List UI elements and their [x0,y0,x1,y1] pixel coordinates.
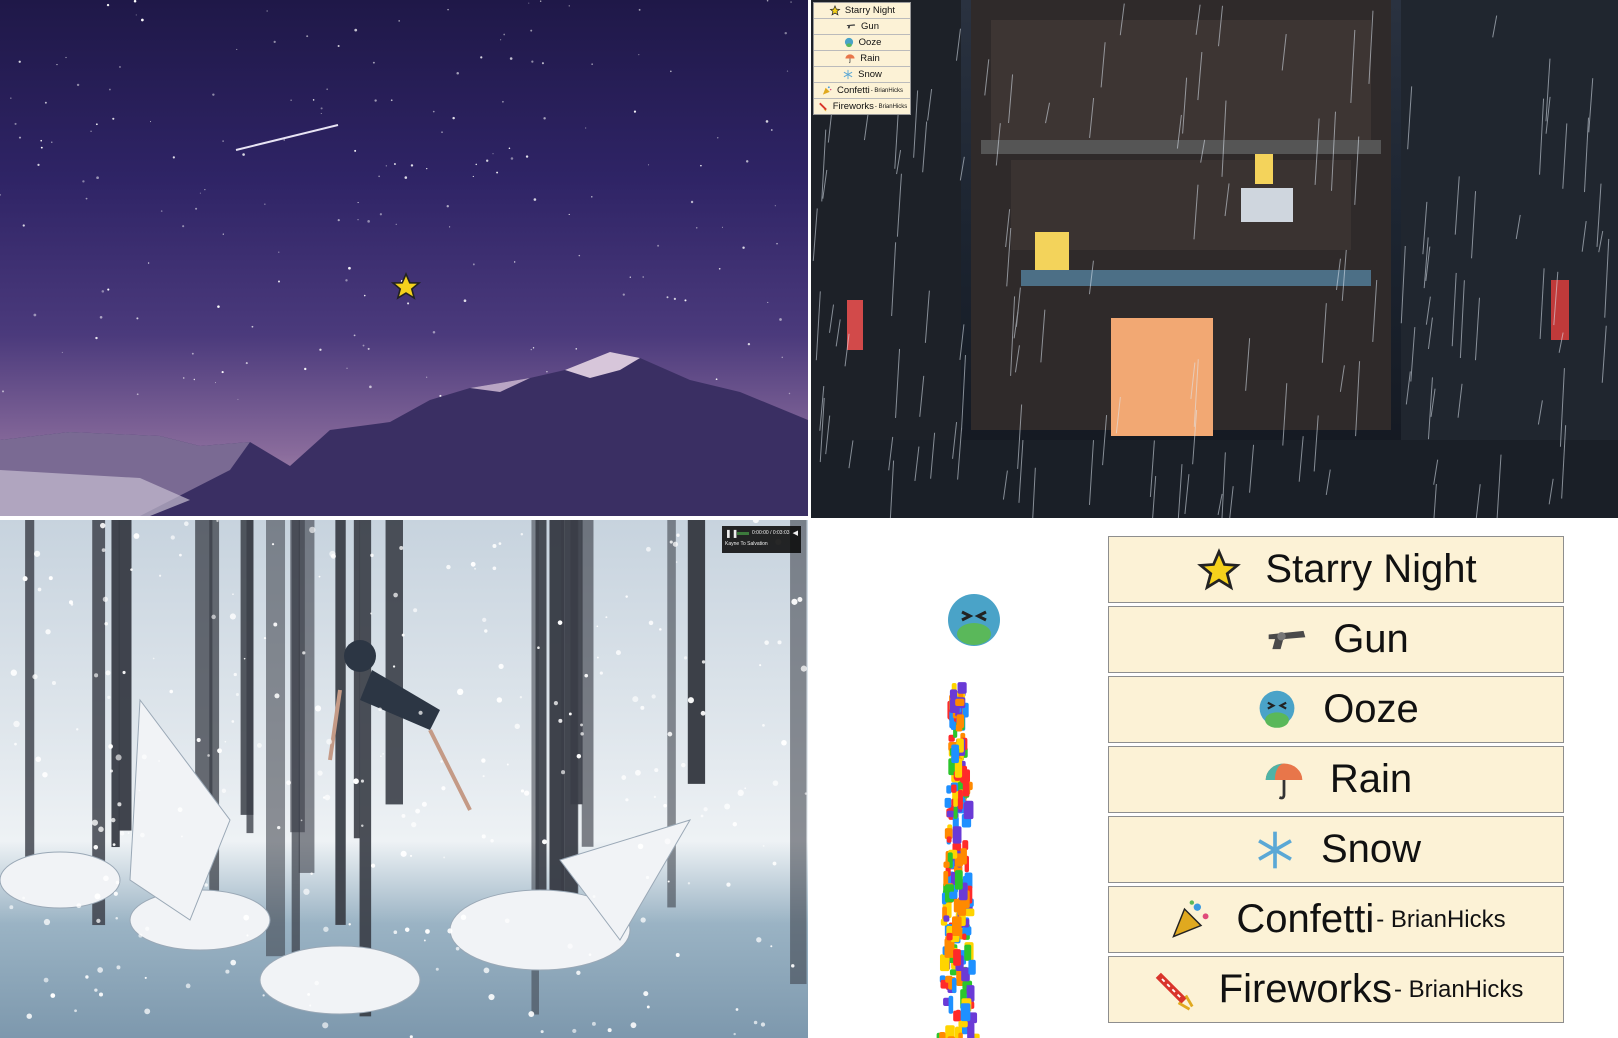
starry-night-scene [0,0,808,516]
menu-item-starry-night[interactable]: Starry Night [1108,536,1564,603]
effects-menu-large: Starry Night Gun Ooze Rain Snow Confetti… [1108,536,1564,1023]
menu-item-label: Snow [1320,827,1422,871]
menu-item-label: Confetti [1236,897,1375,941]
menu-item-byline: - BrianHicks [874,103,908,110]
progress-bar[interactable] [737,531,749,535]
party-popper-icon [822,86,832,95]
menu-item-label: Snow [858,69,882,80]
effects-menu-small: Starry Night Gun Ooze Rain Snow Confetti… [813,2,911,115]
shooting-star [235,124,339,151]
star-icon [829,5,841,16]
menu-item-confetti[interactable]: Confetti - BrianHicks [1108,886,1564,953]
menu-item-label: Gun [861,21,879,32]
nauseated-face-icon [844,37,853,48]
track-title: Kayne To Salvation [725,541,768,547]
umbrella-icon [845,54,855,64]
star-icon [1197,547,1242,590]
volume-icon[interactable]: ◀ [793,529,798,537]
audio-player: ❚❚ 0:00:00 / 0:03:03 ◀ Kayne To Salvatio… [722,526,801,553]
menu-item-label: Starry Night [844,5,896,16]
umbrella-icon [1265,763,1303,799]
menu-item-ooze[interactable]: Ooze [1108,676,1564,743]
snow-forest-scene [0,520,808,1038]
menu-item-label: Ooze [858,37,882,48]
menu-item-label: Fireworks [1218,967,1392,1011]
menu-item-label: Gun [1333,617,1409,661]
rain-street-scene [811,0,1618,518]
snow-panel [0,520,808,1038]
menu-item-confetti[interactable]: Confetti - BrianHicks [814,83,910,99]
menu-item-snow[interactable]: Snow [1108,816,1564,883]
menu-item-snow[interactable]: Snow [814,67,910,83]
starry-night-panel [0,0,808,516]
menu-item-rain[interactable]: Rain [814,51,910,67]
menu-item-fireworks[interactable]: Fireworks - BrianHicks [1108,956,1564,1023]
menu-item-byline: - BrianHicks [1376,905,1506,933]
menu-item-gun[interactable]: Gun [1108,606,1564,673]
menu-item-label: Confetti [836,85,870,96]
rain-panel [811,0,1618,518]
gun-icon [1268,630,1306,649]
menu-item-byline: - BrianHicks [1393,975,1524,1003]
star-cursor-icon [390,271,422,300]
menu-item-label: Fireworks [832,101,874,112]
menu-item-starry-night[interactable]: Starry Night [814,3,910,19]
menu-item-label: Rain [860,53,880,64]
ooze-cursor-icon [948,594,1000,646]
firework-rocket-icon [818,102,827,112]
menu-item-rain[interactable]: Rain [1108,746,1564,813]
firework-rocket-icon [1155,972,1194,1010]
snowflake-icon [843,69,853,80]
menu-item-label: Rain [1329,757,1413,801]
menu-item-label: Starry Night [1265,547,1477,591]
menu-item-ooze[interactable]: Ooze [814,35,910,51]
menu-item-gun[interactable]: Gun [814,19,910,35]
nauseated-face-icon [1259,690,1295,728]
menu-item-byline: - BrianHicks [870,87,904,94]
ooze-trail [936,682,980,1038]
player-time: 0:00:00 / 0:03:03 [752,530,790,536]
snowflake-icon [1258,831,1292,868]
menu-item-label: Ooze [1323,687,1419,731]
star-field [0,0,792,400]
pause-button[interactable]: ❚❚ [725,529,738,538]
party-popper-icon [1172,899,1209,938]
gun-icon [846,24,856,29]
menu-item-fireworks[interactable]: Fireworks - BrianHicks [814,99,910,114]
